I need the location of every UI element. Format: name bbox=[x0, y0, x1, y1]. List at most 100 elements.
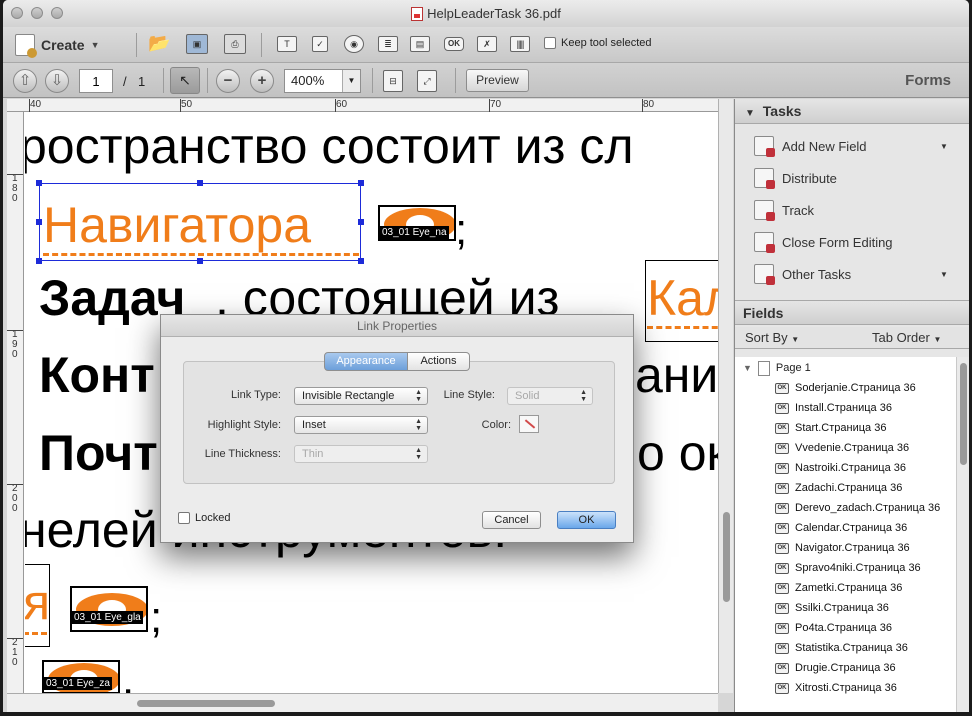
task-add-new-field[interactable]: Add New Field ▼ bbox=[754, 136, 948, 157]
zoom-window-button[interactable] bbox=[51, 7, 63, 19]
previous-page-button[interactable]: ⇧ bbox=[13, 69, 37, 93]
toolbar-divider bbox=[136, 33, 137, 57]
ok-button-icon[interactable]: OK bbox=[444, 37, 464, 51]
save-icon[interactable]: ▣ bbox=[186, 34, 208, 54]
page-icon bbox=[757, 360, 770, 376]
create-label: Create bbox=[41, 37, 85, 53]
dialog-title: Link Properties bbox=[161, 315, 633, 337]
scroll-thumb[interactable] bbox=[960, 363, 967, 465]
fields-header[interactable]: Fields bbox=[735, 300, 969, 325]
field-name: Ssilki.Страница 36 bbox=[795, 602, 889, 614]
digital-signature-icon[interactable]: ✗ bbox=[477, 36, 497, 52]
checkbox-icon[interactable]: ✓ bbox=[312, 36, 328, 52]
cancel-button[interactable]: Cancel bbox=[482, 511, 541, 529]
task-other-tasks[interactable]: Other Tasks ▼ bbox=[754, 264, 948, 285]
field-name: Xitrosti.Страница 36 bbox=[795, 682, 897, 694]
select-tool-icon[interactable]: ↖ bbox=[170, 67, 200, 94]
task-label: Track bbox=[782, 202, 815, 218]
vertical-scrollbar[interactable] bbox=[718, 99, 733, 693]
field-row[interactable]: OK Derevo_zadach.Страница 36 bbox=[775, 498, 940, 518]
tree-page-node[interactable]: ▼ Page 1 bbox=[743, 358, 811, 378]
highlight-style-select[interactable]: Inset ▲ ▼ bbox=[294, 416, 428, 434]
fit-width-icon[interactable]: ⤢ bbox=[417, 70, 437, 92]
selected-link-field[interactable] bbox=[36, 180, 364, 264]
task-distribute[interactable]: Distribute bbox=[754, 168, 837, 189]
line-style-select[interactable]: Solid ▲ ▼ bbox=[507, 387, 593, 405]
tab-actions[interactable]: Actions bbox=[408, 352, 470, 371]
scroll-thumb[interactable] bbox=[137, 700, 275, 707]
field-row[interactable]: OK Zametki.Страница 36 bbox=[775, 578, 902, 598]
tasks-header-label: Tasks bbox=[762, 103, 802, 119]
briefcase-icon bbox=[754, 264, 775, 285]
task-label: Add New Field bbox=[782, 138, 867, 154]
button-field-icon: OK bbox=[775, 562, 789, 574]
fit-page-icon[interactable]: ⊟ bbox=[383, 70, 403, 92]
eye-button-field[interactable]: 03_01 Eye_za bbox=[42, 660, 120, 693]
horizontal-scrollbar[interactable] bbox=[7, 693, 718, 712]
field-row[interactable]: OK Zadachi.Страница 36 bbox=[775, 478, 902, 498]
locked-checkbox[interactable] bbox=[178, 512, 190, 524]
field-row[interactable]: OK Navigator.Страница 36 bbox=[775, 538, 910, 558]
chevron-down-icon: ▼ bbox=[940, 141, 948, 151]
line-thickness-select[interactable]: Thin ▲ ▼ bbox=[294, 445, 428, 463]
tab-appearance[interactable]: Appearance bbox=[324, 352, 408, 371]
next-page-button[interactable]: ⇩ bbox=[45, 69, 69, 93]
page-separator: / bbox=[123, 74, 127, 89]
page-text-line: ространство состоит из сл bbox=[25, 118, 634, 174]
tasks-header[interactable]: ▼ Tasks bbox=[735, 99, 969, 124]
field-name: Derevo_zadach.Страница 36 bbox=[795, 502, 941, 514]
radio-icon[interactable]: ◉ bbox=[344, 35, 364, 53]
eye-button-field[interactable]: 03_01 Eye_gla bbox=[70, 586, 148, 632]
zoom-out-icon[interactable]: − bbox=[216, 69, 240, 93]
create-button[interactable]: Create ▼ bbox=[15, 33, 100, 58]
page-number-input[interactable] bbox=[79, 69, 113, 93]
tab-order-menu[interactable]: Tab Order ▼ bbox=[872, 330, 941, 345]
preview-button[interactable]: Preview bbox=[466, 69, 529, 92]
keep-tool-selected[interactable]: Keep tool selected bbox=[544, 37, 652, 49]
dropdown-icon[interactable]: ▤ bbox=[410, 36, 430, 52]
keep-tool-checkbox[interactable] bbox=[544, 37, 556, 49]
locked-option[interactable]: Locked bbox=[178, 512, 230, 524]
open-icon[interactable]: 📂 bbox=[148, 34, 170, 54]
eye-button-field[interactable]: 03_01 Eye_na bbox=[378, 205, 456, 241]
text-field-icon[interactable]: T bbox=[277, 36, 297, 52]
fields-scrollbar[interactable] bbox=[956, 357, 969, 712]
ok-button[interactable]: OK bbox=[557, 511, 616, 529]
chevron-down-icon[interactable]: ▼ bbox=[342, 70, 360, 92]
disclosure-triangle-icon[interactable]: ▼ bbox=[743, 363, 752, 373]
field-row[interactable]: OK Soderjanie.Страница 36 bbox=[775, 378, 916, 398]
eye-field-label: 03_01 Eye_na bbox=[380, 226, 449, 239]
field-row[interactable]: OK Vvedenie.Страница 36 bbox=[775, 438, 909, 458]
field-row[interactable]: OK Statistika.Страница 36 bbox=[775, 638, 908, 658]
field-row[interactable]: OK Install.Страница 36 bbox=[775, 398, 892, 418]
barcode-icon[interactable]: ||||| bbox=[510, 36, 530, 52]
link-type-select[interactable]: Invisible Rectangle ▲ ▼ bbox=[294, 387, 428, 405]
page-text-bold: Почт bbox=[39, 425, 158, 481]
page-text-line: о ок bbox=[637, 425, 718, 481]
navigation-toolbar: ⇧ ⇩ / 1 ↖ − + 400% ▼ ⊟ ⤢ Preview Forms bbox=[3, 63, 969, 98]
task-close-form-editing[interactable]: Close Form Editing bbox=[754, 232, 893, 253]
list-box-icon[interactable]: ≣ bbox=[378, 36, 398, 52]
print-icon[interactable]: ⎙ bbox=[224, 34, 246, 54]
close-window-button[interactable] bbox=[11, 7, 23, 19]
toolbar-divider bbox=[261, 33, 262, 57]
field-row[interactable]: OK Po4ta.Страница 36 bbox=[775, 618, 892, 638]
zoom-in-icon[interactable]: + bbox=[250, 69, 274, 93]
field-row[interactable]: OK Nastroiki.Страница 36 bbox=[775, 458, 906, 478]
field-row[interactable]: OK Start.Страница 36 bbox=[775, 418, 886, 438]
minimize-window-button[interactable] bbox=[31, 7, 43, 19]
field-row[interactable]: OK Spravo4niki.Страница 36 bbox=[775, 558, 921, 578]
color-swatch-button[interactable] bbox=[519, 415, 539, 433]
field-ya-text: я bbox=[25, 574, 51, 630]
field-row[interactable]: OK Xitrosti.Страница 36 bbox=[775, 678, 897, 698]
field-row[interactable]: OK Calendar.Страница 36 bbox=[775, 518, 907, 538]
field-row[interactable]: OK Drugie.Страница 36 bbox=[775, 658, 896, 678]
field-row[interactable]: OK Ssilki.Страница 36 bbox=[775, 598, 889, 618]
zoom-select[interactable]: 400% ▼ bbox=[284, 69, 361, 93]
ruler-label: 70 bbox=[490, 99, 502, 110]
create-icon bbox=[15, 34, 37, 58]
scroll-thumb[interactable] bbox=[723, 512, 730, 602]
window-title-text: HelpLeaderTask 36.pdf bbox=[427, 6, 561, 21]
task-track[interactable]: Track bbox=[754, 200, 815, 221]
sort-by-menu[interactable]: Sort By ▼ bbox=[745, 330, 799, 345]
